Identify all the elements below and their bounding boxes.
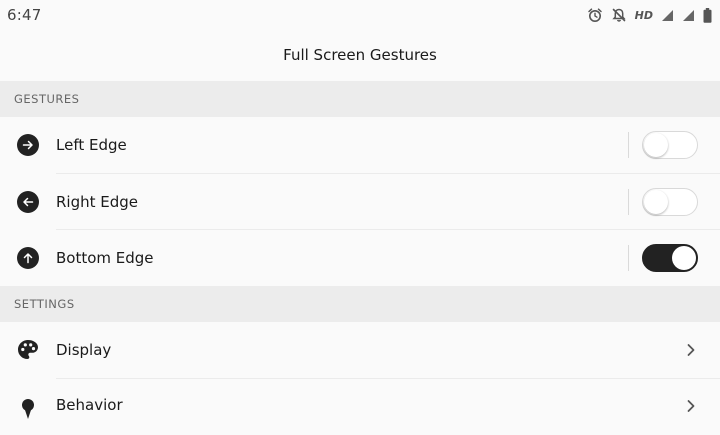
signal-icon xyxy=(662,9,673,21)
gesture-row-right-edge[interactable]: Right Edge xyxy=(0,174,720,230)
settings-label: Display xyxy=(56,341,112,359)
toggle-knob xyxy=(672,246,696,270)
left-edge-toggle[interactable] xyxy=(642,131,698,159)
signal-icon xyxy=(683,9,694,21)
settings-row-display[interactable]: Display xyxy=(0,322,720,378)
hd-indicator: HD xyxy=(634,8,653,22)
notifications-off-icon xyxy=(612,8,626,22)
page-title: Full Screen Gestures xyxy=(283,46,437,64)
divider xyxy=(628,245,629,271)
arrow-left-icon xyxy=(16,190,40,214)
palette-icon xyxy=(16,338,40,362)
settings-label: Behavior xyxy=(56,396,123,414)
divider xyxy=(628,132,629,158)
section-header-gestures: GESTURES xyxy=(0,81,720,117)
status-time: 6:47 xyxy=(7,6,42,24)
right-edge-toggle[interactable] xyxy=(642,188,698,216)
bottom-edge-toggle[interactable] xyxy=(642,244,698,272)
chevron-right-icon xyxy=(687,400,695,412)
toggle-knob xyxy=(644,190,668,214)
behavior-icon xyxy=(16,397,40,421)
toggle-knob xyxy=(644,133,668,157)
alarm-icon xyxy=(587,8,602,22)
arrow-right-icon xyxy=(16,133,40,157)
gesture-row-bottom-edge[interactable]: Bottom Edge xyxy=(0,230,720,286)
arrow-up-icon xyxy=(16,246,40,270)
status-icons: HD xyxy=(587,7,712,23)
chevron-right-icon xyxy=(687,344,695,356)
gesture-row-left-edge[interactable]: Left Edge xyxy=(0,117,720,173)
gesture-label: Right Edge xyxy=(56,193,139,211)
gesture-label: Left Edge xyxy=(56,136,127,154)
settings-row-behavior[interactable]: Behavior xyxy=(0,379,720,435)
gesture-label: Bottom Edge xyxy=(56,249,154,267)
divider xyxy=(628,189,629,215)
section-header-settings: SETTINGS xyxy=(0,286,720,322)
status-bar: 6:47 HD xyxy=(0,0,720,30)
battery-icon xyxy=(703,7,712,23)
title-bar: Full Screen Gestures xyxy=(0,30,720,80)
